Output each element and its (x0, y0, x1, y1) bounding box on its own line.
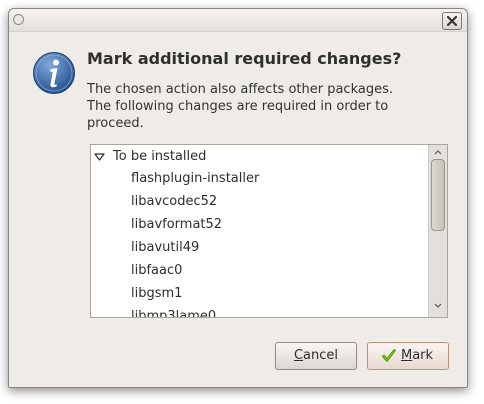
tree-group-row[interactable]: To be installed (91, 147, 427, 167)
list-item[interactable]: libgsm1 (91, 282, 427, 305)
cancel-mnemonic: C (293, 348, 304, 363)
mark-label: ark (412, 348, 434, 363)
expander-triangle-icon[interactable] (94, 153, 105, 161)
close-icon (447, 16, 457, 26)
dialog-description: The chosen action also affects other pac… (87, 81, 447, 132)
description-line: proceed. (87, 116, 144, 131)
package-list: flashplugin-installer libavcodec52 libav… (91, 167, 427, 317)
mark-button[interactable]: Mark (367, 342, 449, 370)
scrollbar-thumb[interactable] (431, 159, 445, 231)
cancel-label: ancel (303, 348, 339, 363)
close-button[interactable] (442, 12, 462, 30)
list-item[interactable]: libavutil49 (91, 236, 427, 259)
tree-group-label: To be installed (113, 149, 207, 164)
list-item[interactable]: flashplugin-installer (91, 167, 427, 190)
checkmark-icon (382, 349, 396, 362)
scroll-down-arrow-icon[interactable] (434, 303, 442, 308)
window-menu-icon[interactable] (13, 14, 24, 25)
scroll-up-arrow-icon[interactable] (434, 150, 442, 155)
tree-list[interactable]: To be installed flashplugin-installer li… (91, 145, 427, 317)
mark-mnemonic: M (401, 348, 413, 363)
cancel-button[interactable]: Cancel (275, 342, 357, 370)
description-line: The following changes are required in or… (87, 99, 389, 114)
vertical-scrollbar[interactable] (428, 145, 447, 317)
list-item[interactable]: libavcodec52 (91, 190, 427, 213)
info-icon (33, 52, 75, 94)
changes-tree[interactable]: To be installed flashplugin-installer li… (90, 144, 448, 318)
list-item[interactable]: libavformat52 (91, 213, 427, 236)
title-bar[interactable] (9, 9, 467, 32)
dialog-window: Mark additional required changes? The ch… (8, 8, 468, 388)
list-item[interactable]: libmp3lame0 (91, 305, 427, 317)
dialog-heading: Mark additional required changes? (87, 49, 402, 68)
list-item[interactable]: libfaac0 (91, 259, 427, 282)
description-line: The chosen action also affects other pac… (87, 82, 394, 97)
